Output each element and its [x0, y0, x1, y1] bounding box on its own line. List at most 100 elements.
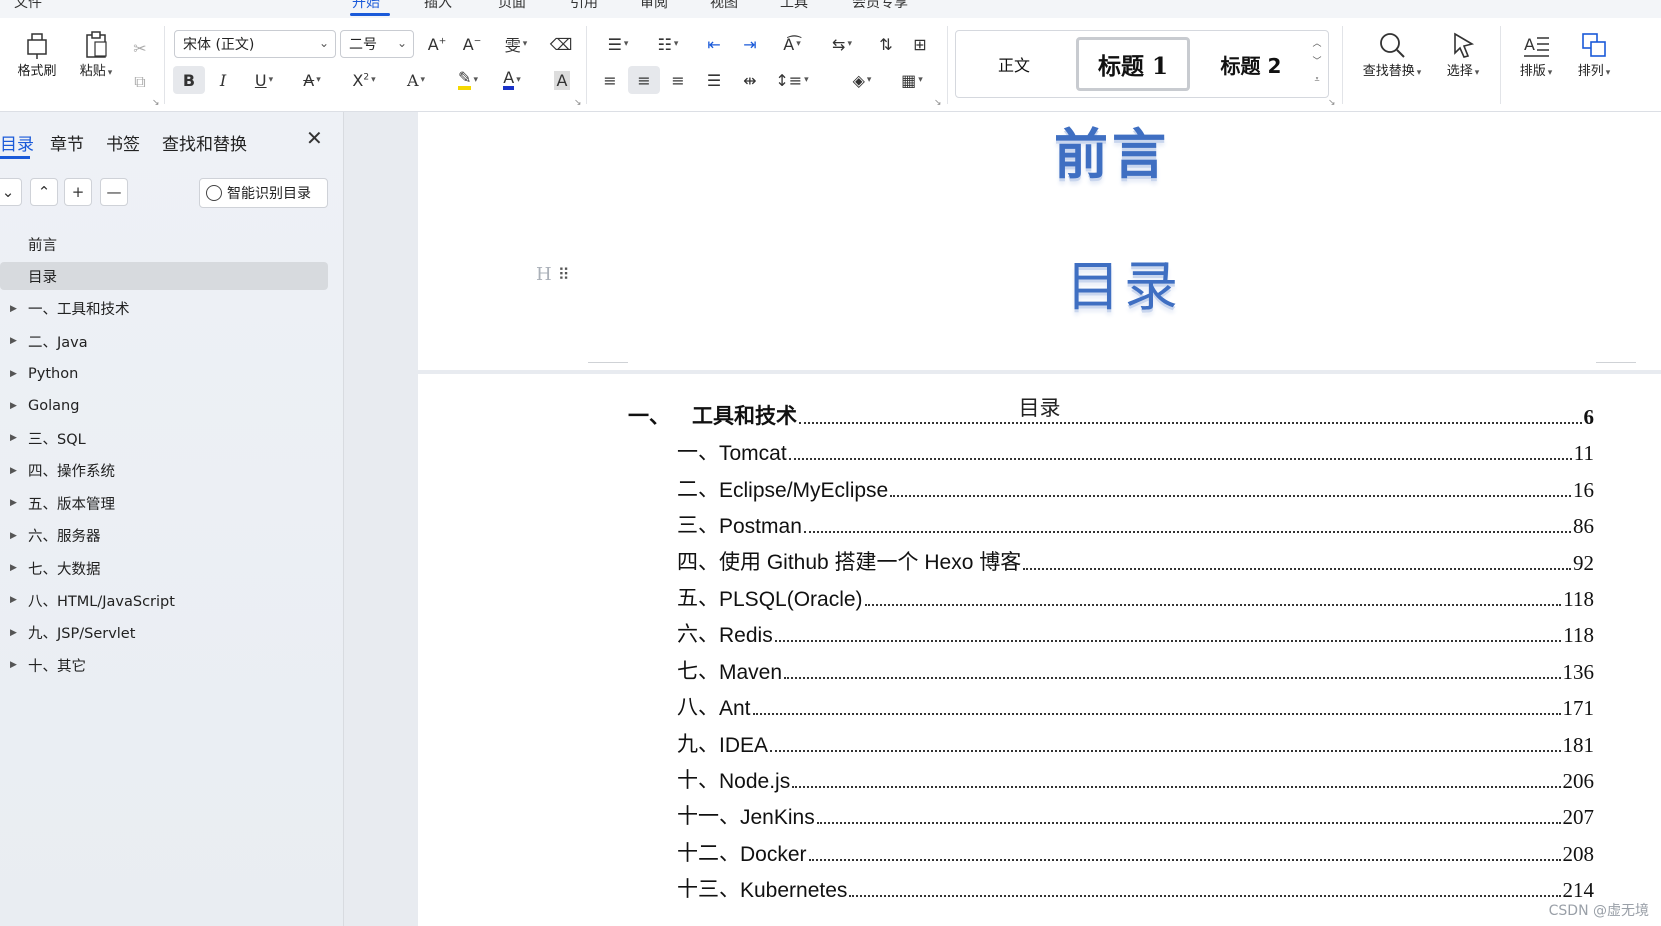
- clipboard-dialog-launcher-icon[interactable]: ↘: [152, 98, 160, 108]
- cut-button[interactable]: ✂: [124, 34, 156, 62]
- clear-format-button[interactable]: ⌫: [545, 30, 577, 58]
- paste-button[interactable]: 粘贴 ▾: [72, 30, 120, 79]
- increase-indent-button[interactable]: ⇥: [734, 30, 766, 58]
- expand-arrow-icon[interactable]: ▶: [10, 369, 22, 379]
- outline-item[interactable]: ▶ 七、大数据: [0, 554, 328, 582]
- align-center-button[interactable]: ≡: [628, 66, 660, 94]
- chevron-down-icon[interactable]: ﹀: [1310, 53, 1324, 71]
- justify-button[interactable]: ☰: [698, 66, 730, 94]
- toc-entry[interactable]: 二、 Eclipse/MyEclipse 16: [677, 473, 1594, 503]
- paragraph-dialog-launcher-icon[interactable]: ↘: [934, 98, 942, 108]
- close-icon[interactable]: ✕: [306, 126, 323, 150]
- expand-arrow-icon[interactable]: ▶: [10, 531, 22, 541]
- style-heading-1[interactable]: 标题 1: [1076, 37, 1190, 91]
- outline-item[interactable]: 目录: [0, 262, 328, 291]
- text-direction-button[interactable]: A͡ ▾: [772, 30, 812, 58]
- toc-entry[interactable]: 三、 Postman 86: [677, 509, 1594, 539]
- expand-arrow-icon[interactable]: ▶: [10, 660, 22, 670]
- outline-item[interactable]: ▶ 二、Java: [0, 327, 328, 355]
- move-up-button[interactable]: ⌃: [30, 178, 58, 206]
- heading-toc[interactable]: 目录: [1066, 242, 1182, 321]
- line-spacing-button[interactable]: ↕≡ ▾: [772, 66, 812, 94]
- strikethrough-button[interactable]: A ▾: [292, 66, 332, 94]
- expand-level-button[interactable]: ⌄: [0, 178, 22, 206]
- expand-arrow-icon[interactable]: ▶: [10, 433, 22, 443]
- expand-gallery-icon[interactable]: ⩡: [1310, 71, 1324, 89]
- outline-item[interactable]: ▶ Golang: [0, 392, 328, 420]
- heading-preface[interactable]: 前言: [1054, 112, 1170, 189]
- chinese-layout-button[interactable]: ⇆ ▾: [822, 30, 862, 58]
- outline-item[interactable]: ▶ 一、工具和技术: [0, 295, 328, 323]
- tab-chapters[interactable]: 章节: [50, 130, 84, 155]
- toc-entry[interactable]: 一、 工具和技术 6: [628, 400, 1594, 430]
- expand-arrow-icon[interactable]: ▶: [10, 401, 22, 411]
- smart-toc-button[interactable]: 智能识别目录: [199, 178, 328, 208]
- menu-tools[interactable]: 工具: [780, 0, 808, 12]
- styles-scroll[interactable]: ︿ ﹀ ⩡: [1310, 35, 1324, 89]
- underline-button[interactable]: U ▾: [244, 66, 284, 94]
- char-shading-button[interactable]: A: [546, 66, 578, 94]
- italic-button[interactable]: I: [207, 66, 239, 94]
- toc-entry[interactable]: 八、 Ant 171: [677, 691, 1594, 721]
- styles-dialog-launcher-icon[interactable]: ↘: [1328, 98, 1336, 108]
- toc-entry[interactable]: 六、 Redis 118: [677, 618, 1594, 648]
- font-size-select[interactable]: 二号 ⌄: [340, 30, 414, 58]
- font-color-button[interactable]: A ▾: [492, 66, 532, 94]
- menu-review[interactable]: 审阅: [640, 0, 668, 12]
- align-right-button[interactable]: ≡: [662, 66, 694, 94]
- toc-entry[interactable]: 四、 使用 Github 搭建一个 Hexo 博客 92: [677, 546, 1594, 576]
- menu-insert[interactable]: 插入: [424, 0, 452, 12]
- outline-item[interactable]: 前言: [0, 230, 328, 258]
- outline-item[interactable]: ▶ 八、HTML/JavaScript: [0, 586, 328, 614]
- text-effect-button[interactable]: A ▾: [396, 66, 436, 94]
- find-replace-button[interactable]: 查找替换 ▾: [1352, 30, 1432, 79]
- arrange-button[interactable]: 排列 ▾: [1568, 30, 1620, 79]
- bold-button[interactable]: B: [173, 66, 205, 94]
- select-button[interactable]: 选择 ▾: [1438, 30, 1488, 79]
- show-marks-button[interactable]: ⊞: [904, 30, 936, 58]
- toc-entry[interactable]: 一、 Tomcat 11: [677, 436, 1594, 466]
- menu-member[interactable]: 会员专享: [852, 0, 908, 12]
- toc-entry[interactable]: 十三、 Kubernetes 214: [677, 873, 1594, 903]
- expand-arrow-icon[interactable]: ▶: [10, 595, 22, 605]
- outline-item[interactable]: ▶ 六、服务器: [0, 522, 328, 550]
- toc-entry[interactable]: 十、 Node.js 206: [677, 764, 1594, 794]
- shading-button[interactable]: ◈ ▾: [842, 66, 882, 94]
- menu-page[interactable]: 页面: [498, 0, 526, 12]
- tab-find-replace[interactable]: 查找和替换: [162, 130, 247, 155]
- superscript-button[interactable]: X2 ▾: [344, 66, 384, 94]
- heading-handle[interactable]: H ⠿: [536, 264, 569, 285]
- distributed-button[interactable]: ⇹: [734, 66, 766, 94]
- expand-arrow-icon[interactable]: ▶: [10, 304, 22, 314]
- expand-arrow-icon[interactable]: ▶: [10, 466, 22, 476]
- bullets-button[interactable]: ☰ ▾: [598, 30, 638, 58]
- outline-item[interactable]: ▶ 十、其它: [0, 651, 328, 679]
- toc-entry[interactable]: 七、 Maven 136: [677, 655, 1594, 685]
- shrink-font-button[interactable]: A−: [456, 30, 488, 58]
- format-painter-button[interactable]: 格式刷: [12, 30, 62, 79]
- expand-arrow-icon[interactable]: ▶: [10, 336, 22, 346]
- toc-entry[interactable]: 十一、 JenKins 207: [677, 800, 1594, 830]
- align-left-button[interactable]: ≡: [594, 66, 626, 94]
- outline-item[interactable]: ▶ 五、版本管理: [0, 489, 328, 517]
- tab-toc[interactable]: 目录: [0, 130, 34, 155]
- numbering-button[interactable]: ☷ ▾: [648, 30, 688, 58]
- outline-item[interactable]: ▶ 四、操作系统: [0, 457, 328, 485]
- copy-button[interactable]: ⧉: [124, 68, 156, 96]
- expand-arrow-icon[interactable]: ▶: [10, 563, 22, 573]
- sort-button[interactable]: ⇅: [870, 30, 902, 58]
- outline-item[interactable]: ▶ Python: [0, 360, 328, 388]
- phonetic-guide-button[interactable]: 雯 ▾: [496, 30, 536, 58]
- toc-entry[interactable]: 十二、 Docker 208: [677, 837, 1594, 867]
- decrease-indent-button[interactable]: ⇤: [698, 30, 730, 58]
- menu-home[interactable]: 开始: [352, 0, 380, 12]
- remove-heading-button[interactable]: —: [100, 178, 128, 206]
- menu-references[interactable]: 引用: [570, 0, 598, 12]
- style-normal[interactable]: 正文: [964, 37, 1064, 91]
- font-name-select[interactable]: 宋体 (正文) ⌄: [174, 30, 336, 58]
- outline-item[interactable]: ▶ 三、SQL: [0, 424, 328, 452]
- highlight-button[interactable]: ✎ ▾: [448, 66, 488, 94]
- expand-arrow-icon[interactable]: ▶: [10, 628, 22, 638]
- layout-button[interactable]: A 排版 ▾: [1510, 30, 1562, 79]
- menu-file[interactable]: 文件: [14, 0, 42, 12]
